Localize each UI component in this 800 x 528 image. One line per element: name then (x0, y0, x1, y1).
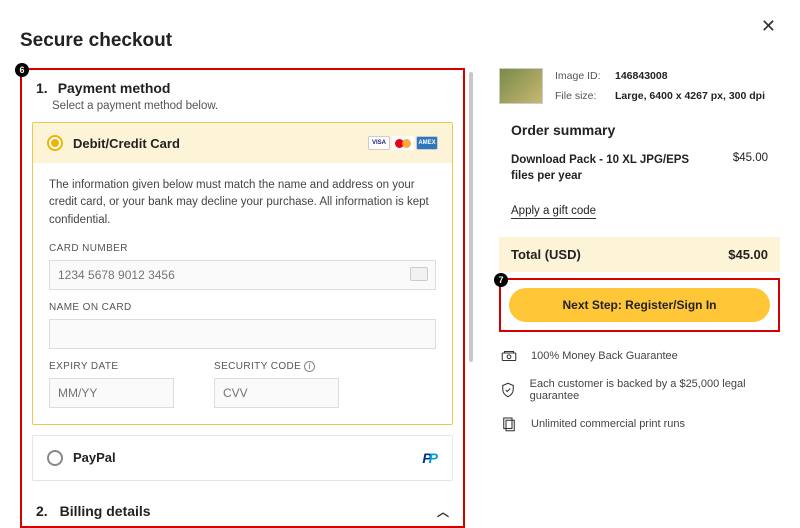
annotation-badge-6: 6 (15, 63, 29, 77)
file-size-label: File size: (555, 90, 607, 102)
shield-icon (499, 380, 518, 400)
radio-paypal[interactable] (47, 450, 63, 466)
section-number: 1. (36, 80, 48, 96)
page-title: Secure checkout (0, 0, 800, 68)
paypal-label: PayPal (73, 450, 116, 465)
name-on-card-label: NAME ON CARD (49, 302, 436, 313)
name-on-card-input[interactable] (49, 319, 436, 349)
payment-section-header: 1. Payment method (22, 70, 463, 98)
image-id-label: Image ID: (555, 70, 607, 82)
section-title: Payment method (58, 80, 171, 96)
print-icon (499, 414, 519, 434)
guarantee-legal: Each customer is backed by a $25,000 leg… (530, 378, 780, 402)
image-id-value: 146843008 (615, 70, 765, 82)
paypal-icon: PP (422, 450, 438, 466)
expiry-label: EXPIRY DATE (49, 361, 174, 372)
card-number-input[interactable] (49, 260, 436, 290)
cvv-input[interactable] (214, 378, 339, 408)
billing-section-header[interactable]: 2. Billing details ︿ (22, 481, 463, 526)
cvv-help-icon[interactable]: i (304, 361, 315, 372)
credit-card-option[interactable]: Debit/Credit Card VISA AMEX The informat… (32, 122, 453, 425)
payment-subtitle: Select a payment method below. (22, 98, 463, 122)
card-number-label: CARD NUMBER (49, 243, 436, 254)
guarantee-print: Unlimited commercial print runs (531, 418, 685, 430)
amex-icon: AMEX (416, 136, 438, 150)
cvv-label: SECURITY CODEi (214, 361, 339, 372)
close-icon[interactable]: ✕ (761, 16, 776, 37)
guarantee-money-back: 100% Money Back Guarantee (531, 350, 678, 362)
card-type-icon (410, 267, 428, 281)
radio-credit-card[interactable] (47, 135, 63, 151)
order-item-desc: Download Pack - 10 XL JPG/EPS files per … (511, 152, 701, 184)
visa-icon: VISA (368, 136, 390, 150)
card-info-text: The information given below must match t… (49, 177, 436, 229)
expiry-input[interactable] (49, 378, 174, 408)
next-step-highlight: 7 Next Step: Register/Sign In (499, 278, 780, 332)
chevron-up-icon: ︿ (437, 503, 449, 520)
item-thumbnail (499, 68, 543, 104)
total-value: $45.00 (728, 247, 768, 262)
credit-card-label: Debit/Credit Card (73, 136, 180, 151)
billing-title: Billing details (60, 503, 151, 519)
total-label: Total (USD) (511, 247, 581, 262)
order-item-price: $45.00 (733, 152, 768, 184)
file-size-value: Large, 6400 x 4267 px, 300 dpi (615, 90, 765, 102)
item-meta: Image ID: 146843008 File size: Large, 64… (499, 68, 780, 104)
paypal-option[interactable]: PayPal PP (32, 435, 453, 481)
payment-section-highlight: 6 1. Payment method Select a payment met… (20, 68, 465, 528)
card-brand-icons: VISA AMEX (368, 136, 438, 150)
mastercard-icon (392, 136, 414, 150)
annotation-badge-7: 7 (494, 273, 508, 287)
money-back-icon (499, 346, 519, 366)
next-step-button[interactable]: Next Step: Register/Sign In (509, 288, 770, 322)
gift-code-link[interactable]: Apply a gift code (511, 205, 596, 219)
billing-number: 2. (36, 503, 48, 519)
order-summary-title: Order summary (511, 122, 768, 138)
